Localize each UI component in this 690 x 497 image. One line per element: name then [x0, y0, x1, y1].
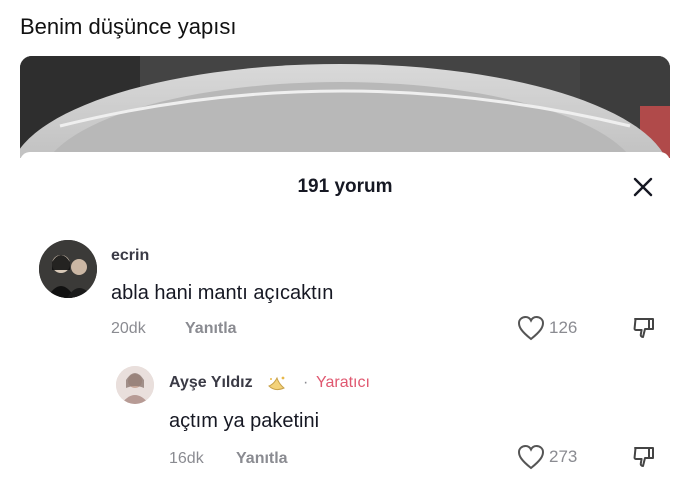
like-button[interactable]: 273 [517, 444, 577, 470]
sparkle-emoji-icon [268, 376, 285, 391]
like-count: 273 [549, 447, 578, 466]
reply-time: 16dk [169, 450, 204, 467]
video-preview[interactable] [20, 56, 670, 158]
post-caption: Benim düşünce yapısı [20, 14, 237, 39]
comment-username[interactable]: ecrin [111, 247, 149, 265]
like-button[interactable]: 126 [517, 315, 577, 341]
comments-sheet: 191 yorum ecrin abla hani mantı açıcaktı… [20, 152, 670, 497]
pot-image [20, 56, 670, 158]
reply-text: açtım ya paketini [169, 410, 320, 432]
avatar-ecrin[interactable] [39, 240, 97, 298]
reply-button[interactable]: Yanıtla [185, 320, 237, 338]
reply-button[interactable]: Yanıtla [236, 450, 288, 468]
thumbs-down-icon[interactable] [632, 445, 656, 469]
like-count: 126 [549, 318, 578, 337]
creator-separator: · [303, 374, 309, 391]
creator-badge: Yaratıcı [316, 374, 370, 391]
avatar-ayse[interactable] [116, 366, 154, 404]
heart-outline-icon [517, 315, 545, 341]
reply-username[interactable]: Ayşe Yıldız [169, 374, 253, 392]
comment-text: abla hani mantı açıcaktın [111, 282, 334, 304]
thumbs-down-icon[interactable] [632, 316, 656, 340]
comments-count-title: 191 yorum [297, 176, 393, 197]
close-icon[interactable] [630, 174, 656, 200]
comment-time: 20dk [111, 320, 146, 337]
heart-outline-icon [517, 444, 545, 470]
